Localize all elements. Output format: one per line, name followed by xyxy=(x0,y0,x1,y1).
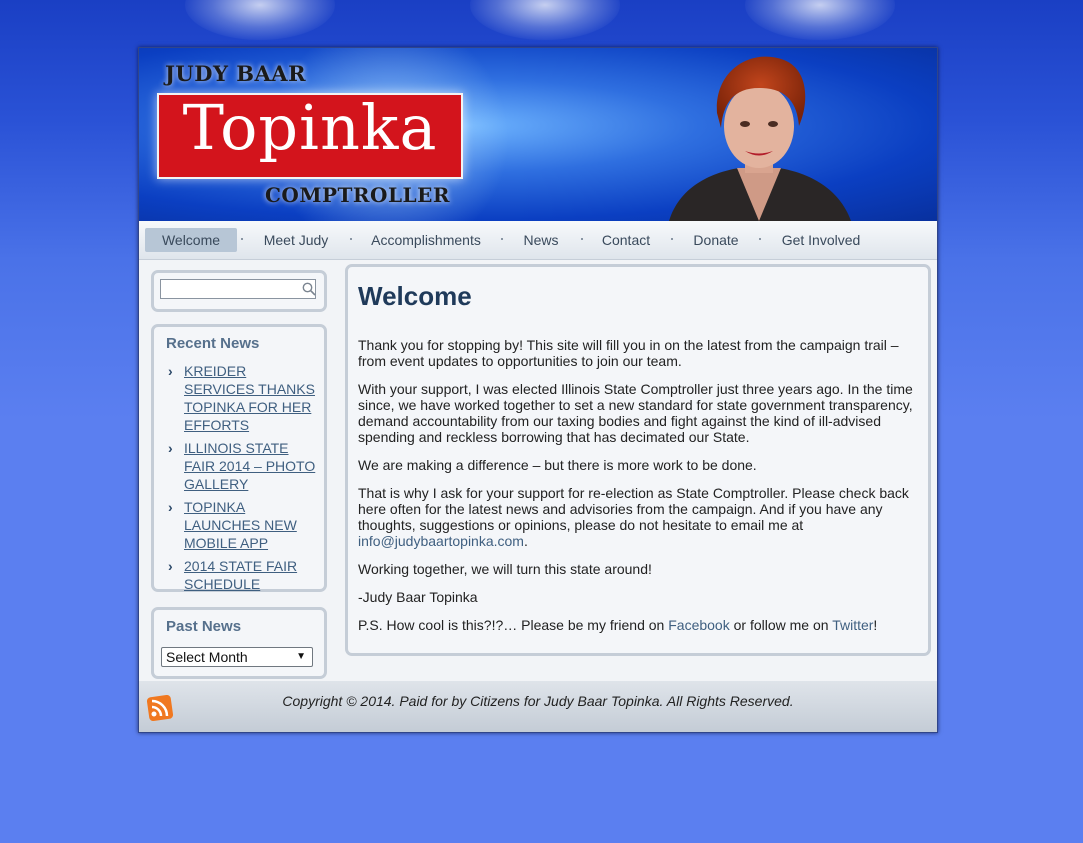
logo-main-text: Topinka xyxy=(182,91,438,164)
nav-contact[interactable]: Contact xyxy=(591,228,661,252)
chevron-right-icon: › xyxy=(168,499,173,515)
list-item: › TOPINKA LAUNCHES NEW MOBILE APP xyxy=(168,499,318,553)
header-banner: JUDY BAAR Topinka COMPTROLLER xyxy=(139,48,937,221)
search-box xyxy=(151,270,327,312)
logo-red-box[interactable]: Topinka xyxy=(157,91,463,179)
paragraph: P.S. How cool is this?!?… Please be my f… xyxy=(358,617,914,633)
facebook-link[interactable]: Facebook xyxy=(668,617,729,633)
nav-accomplishments[interactable]: Accomplishments xyxy=(361,228,491,252)
list-item: › 2014 STATE FAIR SCHEDULE xyxy=(168,558,318,594)
month-select-value: Select Month xyxy=(166,649,248,665)
page-container: JUDY BAAR Topinka COMPTROLLER Welcome Me… xyxy=(138,47,938,733)
signature: -Judy Baar Topinka xyxy=(358,589,478,605)
list-item: › KREIDER SERVICES THANKS TOPINKA FOR HE… xyxy=(168,363,318,435)
twitter-link[interactable]: Twitter xyxy=(832,617,873,633)
recent-news-title: Recent News xyxy=(166,335,260,352)
nav-get-involved[interactable]: Get Involved xyxy=(769,228,873,252)
nav-separator xyxy=(671,238,673,240)
paragraph-text: That is why I ask for your support for r… xyxy=(358,485,909,533)
month-select[interactable]: Select Month ▼ xyxy=(161,647,313,667)
logo-top-text: JUDY BAAR xyxy=(165,61,307,86)
page-title: Welcome xyxy=(358,281,472,311)
paragraph-text: . xyxy=(523,533,528,549)
paragraph: Working together, we will turn this stat… xyxy=(358,561,652,577)
email-link[interactable]: info@judybaartopinka.com xyxy=(358,533,524,549)
search-input[interactable] xyxy=(160,279,316,299)
main-body: Thank you for stopping by! This site wil… xyxy=(358,337,914,645)
footer: Copyright © 2014. Paid for by Citizens f… xyxy=(139,681,937,732)
paragraph-text: or follow me on xyxy=(733,617,829,633)
chevron-right-icon: › xyxy=(168,558,173,574)
paragraph: Thank you for stopping by! This site wil… xyxy=(358,337,899,369)
nav-welcome[interactable]: Welcome xyxy=(145,228,237,252)
background-glow xyxy=(470,0,620,40)
paragraph: We are making a difference – but there i… xyxy=(358,457,757,473)
past-news-title: Past News xyxy=(166,618,242,635)
paragraph-text: ! xyxy=(873,617,878,633)
news-link[interactable]: TOPINKA LAUNCHES NEW MOBILE APP xyxy=(184,499,297,551)
nav-separator xyxy=(350,238,352,240)
nav-donate[interactable]: Donate xyxy=(681,228,751,252)
nav-meet-judy[interactable]: Meet Judy xyxy=(251,228,341,252)
background-glow xyxy=(745,0,895,40)
logo-sub-text: COMPTROLLER xyxy=(265,183,450,207)
news-link[interactable]: ILLINOIS STATE FAIR 2014 – PHOTO GALLERY xyxy=(184,440,315,492)
news-link[interactable]: 2014 STATE FAIR SCHEDULE xyxy=(184,558,297,592)
paragraph: With your support, I was elected Illinoi… xyxy=(358,381,913,445)
nav-separator xyxy=(581,238,583,240)
search-icon[interactable] xyxy=(302,282,316,296)
nav-separator xyxy=(759,238,761,240)
background-glow xyxy=(185,0,335,40)
list-item: › ILLINOIS STATE FAIR 2014 – PHOTO GALLE… xyxy=(168,440,318,494)
nav-separator xyxy=(241,238,243,240)
nav-separator xyxy=(501,238,503,240)
dropdown-arrow-icon: ▼ xyxy=(296,651,306,662)
copyright-text: Copyright © 2014. Paid for by Citizens f… xyxy=(282,693,794,709)
recent-news-list: › KREIDER SERVICES THANKS TOPINKA FOR HE… xyxy=(168,363,318,599)
nav-news[interactable]: News xyxy=(511,228,571,252)
main-content-box: Welcome Thank you for stopping by! This … xyxy=(345,264,931,656)
past-news-box: Past News Select Month ▼ xyxy=(151,607,327,679)
chevron-right-icon: › xyxy=(168,363,173,379)
paragraph: That is why I ask for your support for r… xyxy=(358,485,914,549)
recent-news-box: Recent News › KREIDER SERVICES THANKS TO… xyxy=(151,324,327,592)
chevron-right-icon: › xyxy=(168,440,173,456)
paragraph-text: P.S. How cool is this?!?… Please be my f… xyxy=(358,617,665,633)
news-link[interactable]: KREIDER SERVICES THANKS TOPINKA FOR HER … xyxy=(184,363,315,433)
main-nav: Welcome Meet Judy Accomplishments News C… xyxy=(139,221,937,260)
candidate-photo xyxy=(669,56,851,221)
